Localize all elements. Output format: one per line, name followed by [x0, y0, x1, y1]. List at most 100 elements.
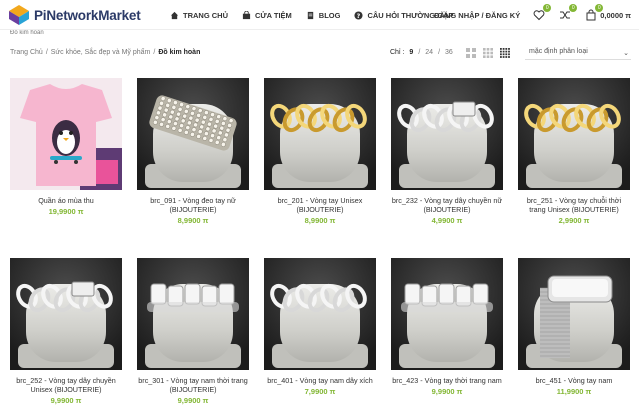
product-card[interactable]: brc_232 - Vòng tay dây chuyền nữ (BIJOUT…: [391, 78, 503, 225]
product-card[interactable]: brc_401 - Vòng tay nam dây xích 7,9900 π: [264, 258, 376, 396]
breadcrumb: Trang Chủ / Sức khỏe, Sắc đẹp và Mỹ phẩm…: [10, 49, 200, 56]
home-icon: [170, 11, 179, 19]
nav-blog[interactable]: BLOG: [306, 10, 341, 20]
price-amount: 8,9900: [177, 216, 201, 225]
shop-toolbar: Trang Chủ / Sức khỏe, Sắc đẹp và Mỹ phẩm…: [0, 44, 639, 64]
product-thumbnail[interactable]: [10, 258, 122, 370]
price-currency: π: [583, 216, 590, 225]
product-image: [264, 258, 376, 370]
product-card[interactable]: brc_423 - Vòng tay thời trang nam 9,9900 π: [391, 258, 503, 396]
chevron-down-icon: ⌄: [623, 50, 629, 57]
login-register-link[interactable]: ĐĂNG NHẬP / ĐĂNG KÝ: [434, 11, 520, 20]
price-amount: 9,9900: [177, 396, 201, 405]
per-page-36[interactable]: 36: [445, 49, 453, 56]
price-amount: 9,9900: [431, 387, 455, 396]
grid-view-switcher: [466, 48, 510, 58]
page-title: Đồ kim hoàn: [10, 30, 44, 35]
site-logo[interactable]: PiNetworkMarket: [8, 3, 141, 27]
cart-button[interactable]: 0 0,0000 π: [584, 4, 631, 22]
per-page-24[interactable]: 24: [425, 49, 433, 56]
product-image: [137, 258, 249, 370]
product-price: 2,9900 π: [518, 216, 630, 225]
nav-blog-label: BLOG: [318, 10, 341, 20]
per-page-separator: /: [418, 49, 421, 56]
wishlist-count: 0: [543, 4, 552, 12]
product-price: 19,9900 π: [10, 207, 122, 216]
product-name[interactable]: brc_232 - Vòng tay dây chuyền nữ (BIJOUT…: [391, 196, 503, 214]
nav-home-label: TRANG CHỦ: [183, 10, 228, 20]
grid-4-icon[interactable]: [500, 48, 510, 58]
product-image: [391, 258, 503, 370]
product-price: 8,9900 π: [264, 216, 376, 225]
grid-3-icon[interactable]: [483, 48, 493, 58]
product-name[interactable]: brc_301 - Vòng tay nam thời trang (BIJOU…: [137, 376, 249, 394]
product-name[interactable]: Quần áo mùa thu: [10, 196, 122, 205]
product-thumbnail[interactable]: [264, 258, 376, 370]
price-currency: π: [202, 216, 209, 225]
price-currency: π: [75, 396, 82, 405]
price-amount: 19,9900: [48, 207, 76, 216]
product-card[interactable]: brc_451 - Vòng tay nam 11,9900 π: [518, 258, 630, 396]
product-image: [137, 78, 249, 190]
product-name[interactable]: brc_423 - Vòng tay thời trang nam: [391, 376, 503, 385]
product-price: 7,9900 π: [264, 387, 376, 396]
per-page-label: Chỉ :: [390, 49, 405, 56]
main-nav: TRANG CHỦ CỬA TIỆM BLOG ? CÂU HỎI THƯỜNG…: [170, 0, 453, 30]
document-icon: [307, 11, 313, 19]
question-icon: ?: [354, 10, 364, 19]
product-thumbnail[interactable]: [137, 258, 249, 370]
wishlist-button[interactable]: 0: [532, 4, 552, 22]
per-page-9[interactable]: 9: [409, 49, 413, 56]
product-name[interactable]: brc_091 - Vòng đeo tay nữ (BIJOUTERIE): [137, 196, 249, 214]
cart-icon-wrap: 0: [584, 4, 604, 22]
price-amount: 4,9900: [431, 216, 455, 225]
cart-total: 0,0000 π: [600, 10, 631, 20]
product-name[interactable]: brc_251 - Vòng tay chuỗi thời trang Unis…: [518, 196, 630, 214]
breadcrumb-current: Đồ kim hoàn: [158, 49, 201, 56]
nav-shop-label: CỬA TIỆM: [255, 10, 292, 20]
product-card[interactable]: brc_091 - Vòng đeo tay nữ (BIJOUTERIE) 8,…: [137, 78, 249, 225]
product-image: [264, 78, 376, 190]
price-amount: 11,9900: [556, 387, 584, 396]
bag-icon: [242, 10, 251, 19]
breadcrumb-separator: /: [153, 49, 156, 56]
nav-shop[interactable]: CỬA TIỆM: [242, 10, 292, 20]
per-page-selector: Chỉ : 9 / 24 / 36: [390, 49, 453, 56]
grid-2-icon[interactable]: [466, 48, 476, 58]
product-card[interactable]: brc_201 - Vòng tay Unisex (BIJOUTERIE) 8,…: [264, 78, 376, 225]
breadcrumb-home[interactable]: Trang Chủ: [10, 49, 43, 56]
product-thumbnail[interactable]: [264, 78, 376, 190]
logo-icon: [9, 5, 29, 25]
per-page-separator: /: [438, 49, 441, 56]
product-card[interactable]: brc_252 - Vòng tay dây chuyền Unisex (BI…: [10, 258, 122, 405]
product-card[interactable]: brc_301 - Vòng tay nam thời trang (BIJOU…: [137, 258, 249, 405]
product-card[interactable]: brc_251 - Vòng tay chuỗi thời trang Unis…: [518, 78, 630, 225]
product-thumbnail[interactable]: [137, 78, 249, 190]
product-name[interactable]: brc_451 - Vòng tay nam: [518, 376, 630, 385]
svg-text:?: ?: [357, 12, 361, 19]
product-image: [518, 78, 630, 190]
product-name[interactable]: brc_201 - Vòng tay Unisex (BIJOUTERIE): [264, 196, 376, 214]
price-currency: π: [77, 207, 84, 216]
price-amount: 8,9900: [304, 216, 328, 225]
price-amount: 2,9900: [558, 216, 582, 225]
product-price: 8,9900 π: [137, 216, 249, 225]
product-image: [10, 258, 122, 370]
product-name[interactable]: brc_252 - Vòng tay dây chuyền Unisex (BI…: [10, 376, 122, 394]
breadcrumb-category[interactable]: Sức khỏe, Sắc đẹp và Mỹ phẩm: [51, 49, 151, 56]
compare-button[interactable]: 0: [558, 4, 578, 22]
header-actions: ĐĂNG NHẬP / ĐĂNG KÝ 0 0 0 0,0000 π: [434, 0, 631, 30]
sort-select[interactable]: mặc định phân loại ⌄: [525, 46, 631, 60]
breadcrumb-separator: /: [45, 49, 48, 56]
product-thumbnail[interactable]: [518, 78, 630, 190]
product-thumbnail[interactable]: [391, 258, 503, 370]
product-thumbnail[interactable]: [391, 78, 503, 190]
product-card[interactable]: Quần áo mùa thu 19,9900 π: [10, 78, 122, 216]
price-currency: π: [456, 216, 463, 225]
nav-home[interactable]: TRANG CHỦ: [170, 11, 228, 20]
product-thumbnail[interactable]: [10, 78, 122, 190]
product-name[interactable]: brc_401 - Vòng tay nam dây xích: [264, 376, 376, 385]
price-currency: π: [585, 387, 592, 396]
logo-text: PiNetworkMarket: [34, 7, 141, 23]
product-thumbnail[interactable]: [518, 258, 630, 370]
